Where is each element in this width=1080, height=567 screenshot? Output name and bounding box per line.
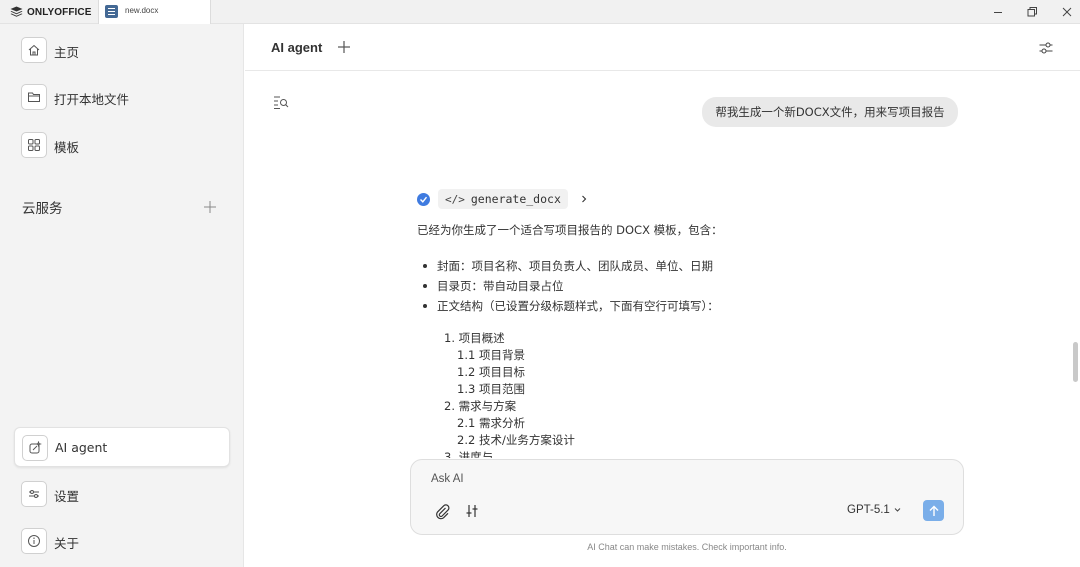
paperclip-icon <box>436 504 450 520</box>
check-circle-icon <box>417 192 430 206</box>
minimize-icon <box>994 12 1002 13</box>
home-icon <box>21 37 47 63</box>
tools-button[interactable] <box>463 502 481 520</box>
outline-item: 3. 进度与 <box>444 450 494 458</box>
chat-composer: GPT-5.1 <box>410 459 964 535</box>
sidebar-item-ai-agent[interactable]: AI agent <box>14 427 230 467</box>
restore-icon <box>1027 7 1037 17</box>
grid-icon <box>21 132 47 158</box>
sidebar-item-settings[interactable]: 设置 <box>14 474 230 514</box>
document-icon <box>105 5 118 18</box>
sidebar-item-templates[interactable]: 模板 <box>14 125 230 165</box>
assistant-message: 已经为你生成了一个适合写项目报告的 DOCX 模板，包含： 封面：项目名称、项目… <box>417 222 977 458</box>
page-title: AI agent <box>271 40 323 55</box>
outline-item: 1.3 项目范围 <box>457 382 525 396</box>
plus-icon <box>338 41 350 53</box>
minimize-button[interactable] <box>989 3 1007 21</box>
list-item: 封面：项目名称、项目负责人、团队成员、单位、日期 <box>423 256 719 276</box>
sidebar-item-label: 模板 <box>54 140 80 155</box>
outline-list: 1. 项目概述 1.1 项目背景 1.2 项目目标 1.3 项目范围 2. 需求… <box>444 330 575 458</box>
app-name: ONLYOFFICE <box>27 6 92 18</box>
title-bar: ONLYOFFICE new.docx <box>0 0 1080 24</box>
sidebar-item-label: 设置 <box>54 489 80 504</box>
user-message-bubble: 帮我生成一个新DOCX文件，用来写项目报告 <box>702 97 958 127</box>
tool-call-row[interactable]: </> generate_docx <box>417 188 588 210</box>
restore-button[interactable] <box>1023 3 1041 21</box>
new-chat-button[interactable] <box>337 39 351 53</box>
outline-item: 2.2 技术/业务方案设计 <box>457 433 575 447</box>
cloud-services-label: 云服务 <box>22 201 63 217</box>
app-logo[interactable]: ONLYOFFICE <box>10 5 92 19</box>
tool-name: generate_docx <box>470 192 561 206</box>
sliders-icon <box>1039 42 1053 54</box>
user-message-text: 帮我生成一个新DOCX文件，用来写项目报告 <box>715 105 945 119</box>
sidebar-item-home[interactable]: 主页 <box>14 30 230 70</box>
arrow-up-icon <box>929 505 938 516</box>
list-item: 目录页：带自动目录占位 <box>423 276 719 296</box>
chat-history-button[interactable] <box>273 94 289 110</box>
ask-ai-input[interactable] <box>431 473 931 485</box>
history-search-icon <box>274 96 289 109</box>
list-item-text: 封面：项目名称、项目负责人、团队成员、单位、日期 <box>437 259 713 273</box>
close-icon <box>1062 7 1072 17</box>
outline-item: 1.2 项目目标 <box>457 365 525 379</box>
reply-intro: 已经为你生成了一个适合写项目报告的 DOCX 模板，包含： <box>417 223 723 237</box>
info-icon <box>21 528 47 554</box>
sidebar-item-label: 打开本地文件 <box>54 92 130 107</box>
outline-item: 2.1 需求分析 <box>457 416 525 430</box>
plus-icon <box>204 201 216 213</box>
tab-document[interactable]: new.docx <box>98 0 211 24</box>
model-name: GPT-5.1 <box>847 504 890 516</box>
tool-call-chip[interactable]: </> generate_docx <box>438 189 568 209</box>
code-icon: </> <box>445 192 465 206</box>
folder-icon <box>21 84 47 110</box>
disclaimer-text: AI Chat can make mistakes. Check importa… <box>587 542 787 552</box>
model-selector[interactable]: GPT-5.1 <box>847 504 901 516</box>
send-button[interactable] <box>923 500 944 521</box>
main-header: AI agent <box>245 24 1080 71</box>
chevron-down-icon <box>894 508 901 512</box>
chat-settings-button[interactable] <box>1038 40 1054 56</box>
tab-label: new.docx <box>125 6 159 15</box>
sidebar-item-label: 关于 <box>54 536 80 551</box>
outline-item: 2. 需求与方案 <box>444 399 517 413</box>
attach-button[interactable] <box>433 502 451 520</box>
tools-icon <box>466 505 478 517</box>
sidebar: 主页 打开本地文件 模板 云服务 AI agent 设置 关于 <box>0 24 244 567</box>
chevron-right-icon[interactable] <box>580 194 588 204</box>
list-item: 正文结构（已设置分级标题样式，下面有空行可填写）： <box>423 296 719 316</box>
onlyoffice-logo-icon <box>10 6 23 17</box>
list-item-text: 目录页：带自动目录占位 <box>437 279 564 293</box>
outline-item: 1. 项目概述 <box>444 331 505 345</box>
outline-item: 1.1 项目背景 <box>457 348 525 362</box>
reply-bullet-list: 封面：项目名称、项目负责人、团队成员、单位、日期 目录页：带自动目录占位 正文结… <box>423 256 719 316</box>
sidebar-item-label: 主页 <box>54 45 80 60</box>
ai-agent-icon <box>22 435 48 461</box>
sidebar-item-open-local-file[interactable]: 打开本地文件 <box>14 77 230 117</box>
close-button[interactable] <box>1058 3 1076 21</box>
sidebar-item-about[interactable]: 关于 <box>14 521 230 561</box>
chat-scrollbar[interactable] <box>1073 342 1078 382</box>
sliders-icon <box>21 481 47 507</box>
sidebar-item-label: AI agent <box>55 440 108 455</box>
add-cloud-button[interactable] <box>203 199 217 213</box>
list-item-text: 正文结构（已设置分级标题样式，下面有空行可填写）： <box>437 299 719 313</box>
